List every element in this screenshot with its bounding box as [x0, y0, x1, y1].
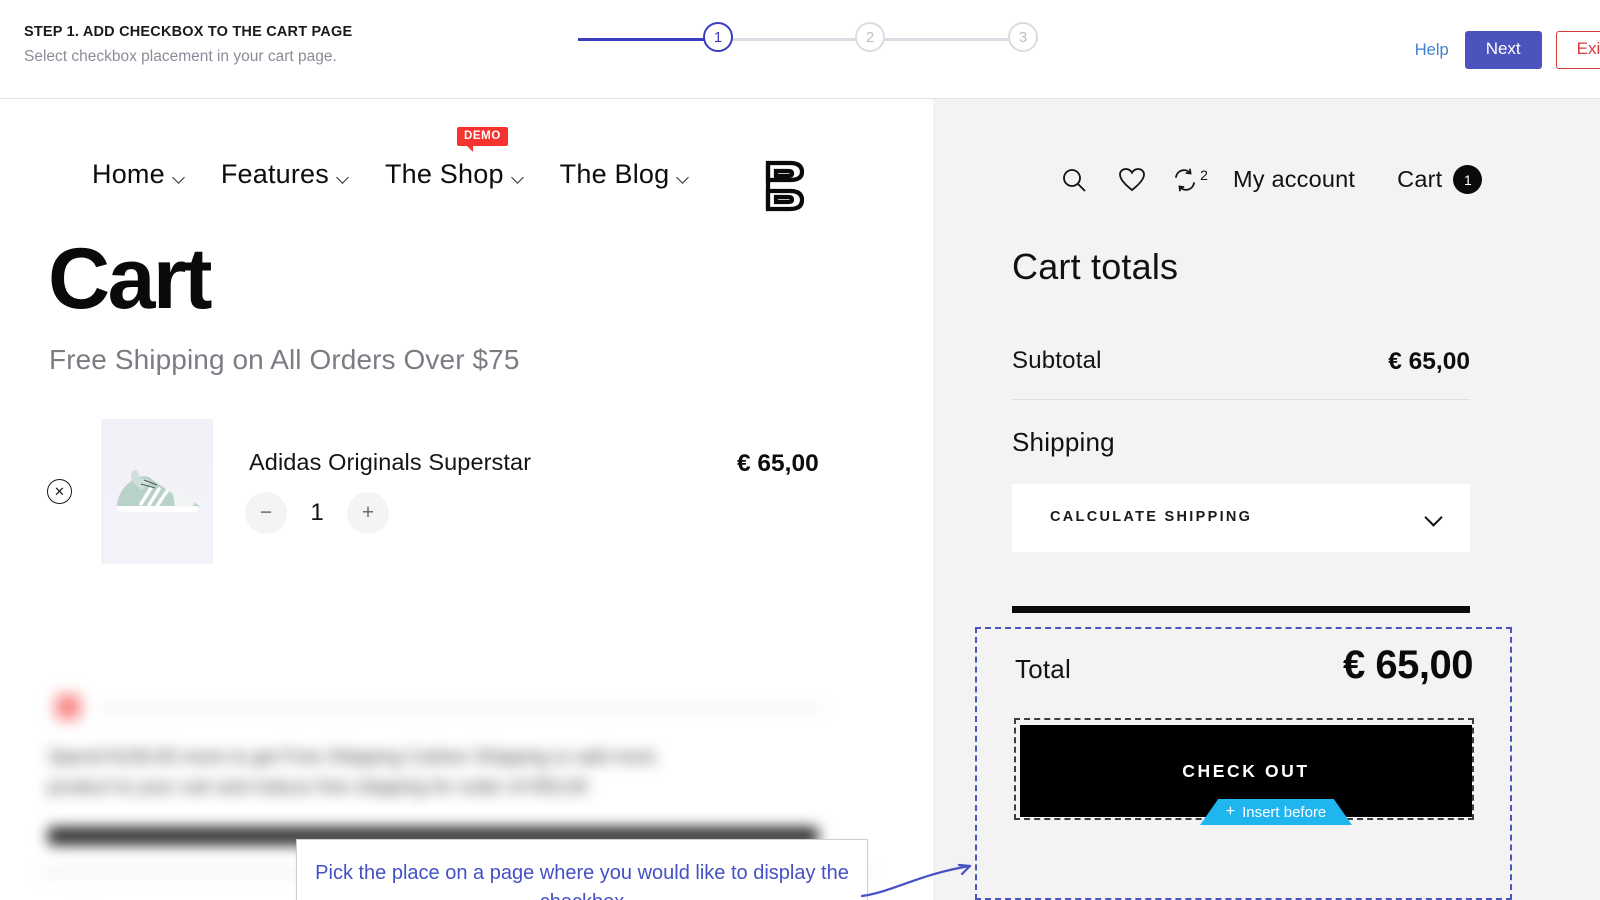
nav-item-the-blog-label: The Blog — [560, 159, 670, 190]
cart-line-item: ✕ Adidas Or — [0, 409, 900, 569]
compare-icon[interactable]: 2 — [1161, 168, 1219, 192]
calculate-shipping-label: CALCULATE SHIPPING — [1050, 509, 1252, 525]
product-thumbnail[interactable] — [101, 419, 213, 564]
nav-item-the-shop[interactable]: DEMO The Shop — [385, 159, 522, 190]
my-account-link[interactable]: My account — [1233, 166, 1355, 193]
close-circle-icon[interactable]: ✕ — [47, 479, 72, 504]
insert-before-button[interactable]: + Insert before — [1200, 799, 1352, 825]
exit-button[interactable]: Exit — [1556, 31, 1600, 69]
wizard-step-subtitle: Select checkbox placement in your cart p… — [24, 48, 352, 66]
quantity-value[interactable]: 1 — [287, 499, 347, 527]
cart-link[interactable]: Cart 1 — [1397, 165, 1482, 194]
page-title: Cart — [48, 239, 210, 321]
blurred-text-line: product to your cart and reduce free shi… — [48, 777, 588, 799]
nav-item-the-shop-label: The Shop — [385, 159, 504, 190]
chevron-down-icon — [172, 171, 185, 184]
heart-icon[interactable] — [1103, 167, 1161, 193]
insert-before-label: Insert before — [1242, 804, 1326, 821]
next-button[interactable]: Next — [1465, 31, 1542, 69]
nav-item-the-blog[interactable]: The Blog — [560, 159, 688, 190]
step-node-3[interactable]: 3 — [1008, 22, 1038, 52]
calculate-shipping-dropdown[interactable]: CALCULATE SHIPPING — [1012, 484, 1470, 552]
blurred-accent-dot — [55, 694, 81, 720]
store-preview: Home Features DEMO The Shop The Blog — [0, 99, 1600, 900]
nav-item-home-label: Home — [92, 159, 165, 190]
step-node-1[interactable]: 1 — [703, 22, 733, 52]
total-row: Total € 65,00 — [1015, 654, 1473, 685]
b-monogram-logo[interactable] — [754, 155, 814, 217]
page-subtitle: Free Shipping on All Orders Over $75 — [49, 344, 520, 376]
store-main-nav: Home Features DEMO The Shop The Blog — [92, 159, 687, 190]
quantity-increase-button[interactable]: + — [347, 492, 389, 534]
shipping-label: Shipping — [1012, 427, 1115, 458]
step-node-2[interactable]: 2 — [855, 22, 885, 52]
sneaker-image — [111, 464, 203, 520]
divider — [1012, 399, 1470, 400]
cart-totals-heading: Cart totals — [1012, 246, 1178, 288]
stepper-track-completed — [578, 38, 718, 41]
chevron-down-icon — [336, 171, 349, 184]
wizard-actions: Help Next Exit — [1415, 31, 1600, 69]
chevron-down-icon — [511, 171, 524, 184]
demo-badge: DEMO — [457, 127, 508, 146]
product-name[interactable]: Adidas Originals Superstar — [249, 449, 531, 476]
plus-icon: + — [1226, 804, 1235, 820]
search-icon[interactable] — [1045, 167, 1103, 193]
nav-item-features[interactable]: Features — [221, 159, 347, 190]
nav-item-features-label: Features — [221, 159, 329, 190]
store-utility-nav: 2 My account Cart 1 — [1045, 165, 1482, 194]
divider-strong — [1012, 606, 1470, 613]
blurred-text-line: Spend €100,00 more to get Free Shipping … — [48, 747, 656, 769]
blurred-divider — [100, 706, 820, 709]
screen-root: STEP 1. ADD CHECKBOX TO THE CART PAGE Se… — [0, 0, 1600, 900]
subtotal-value: € 65,00 — [1388, 348, 1470, 376]
subtotal-label: Subtotal — [1012, 347, 1102, 374]
wizard-step-text: STEP 1. ADD CHECKBOX TO THE CART PAGE Se… — [24, 24, 352, 66]
instruction-callout-text: Pick the place on a page where you would… — [297, 859, 867, 900]
wizard-progress-stepper: 1 2 3 — [578, 22, 1038, 56]
product-price: € 65,00 — [737, 450, 819, 478]
nav-item-home[interactable]: Home — [92, 159, 183, 190]
total-label: Total — [1015, 654, 1071, 684]
wizard-toolbar: STEP 1. ADD CHECKBOX TO THE CART PAGE Se… — [0, 0, 1600, 99]
compare-count: 2 — [1200, 167, 1208, 183]
quantity-decrease-button[interactable]: − — [245, 492, 287, 534]
total-value: € 65,00 — [1343, 643, 1473, 688]
cart-count-badge: 1 — [1453, 165, 1482, 194]
store-header: Home Features DEMO The Shop The Blog — [0, 149, 1600, 219]
chevron-down-icon — [1424, 508, 1442, 526]
cart-label: Cart — [1397, 166, 1442, 193]
placement-selection-zone[interactable]: Total € 65,00 CHECK OUT — [975, 627, 1512, 900]
instruction-callout: Pick the place on a page where you would… — [296, 839, 868, 900]
help-link[interactable]: Help — [1415, 41, 1451, 60]
callout-arrow-icon — [858, 844, 988, 900]
subtotal-row: Subtotal € 65,00 — [1012, 347, 1470, 375]
quantity-stepper: − 1 + — [245, 492, 389, 534]
chevron-down-icon — [676, 171, 689, 184]
wizard-step-title: STEP 1. ADD CHECKBOX TO THE CART PAGE — [24, 24, 352, 40]
